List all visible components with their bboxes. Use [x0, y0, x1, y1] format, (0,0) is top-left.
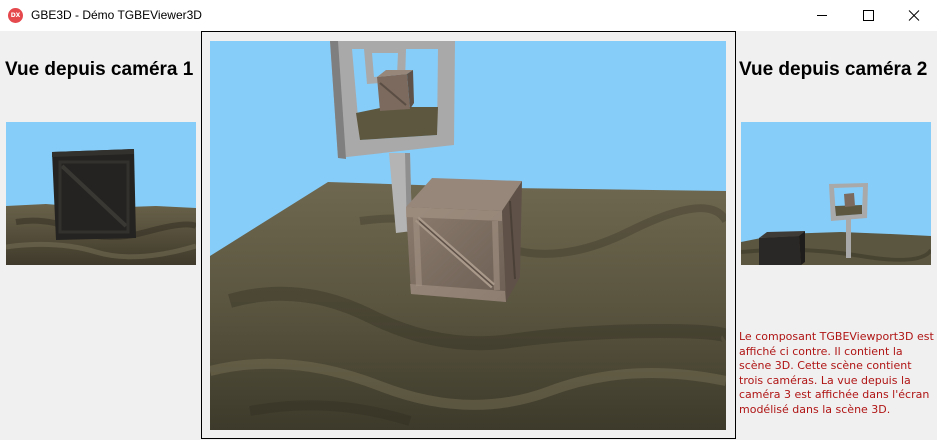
maximize-button[interactable]: [845, 0, 891, 31]
camera1-view[interactable]: [6, 122, 196, 265]
title-bar: DX GBE3D - Démo TGBEViewer3D: [0, 0, 937, 31]
close-button[interactable]: [891, 0, 937, 31]
camera2-view[interactable]: [741, 122, 931, 265]
info-text: Le composant TGBEViewport3D est affiché …: [739, 330, 934, 416]
camera2-view-title: Vue depuis caméra 2: [739, 59, 928, 80]
minimize-icon: [817, 15, 827, 16]
client-area: Vue depuis caméra 1 Vue depuis caméra 2 …: [0, 31, 937, 440]
camera1-view-title: Vue depuis caméra 1: [5, 59, 194, 80]
app-logo-icon: DX: [8, 8, 23, 23]
maximize-icon: [863, 10, 874, 21]
viewport3d-scene[interactable]: [210, 41, 726, 430]
window-title: GBE3D - Démo TGBEViewer3D: [31, 8, 202, 22]
minimize-button[interactable]: [799, 0, 845, 31]
close-icon: [908, 10, 920, 21]
